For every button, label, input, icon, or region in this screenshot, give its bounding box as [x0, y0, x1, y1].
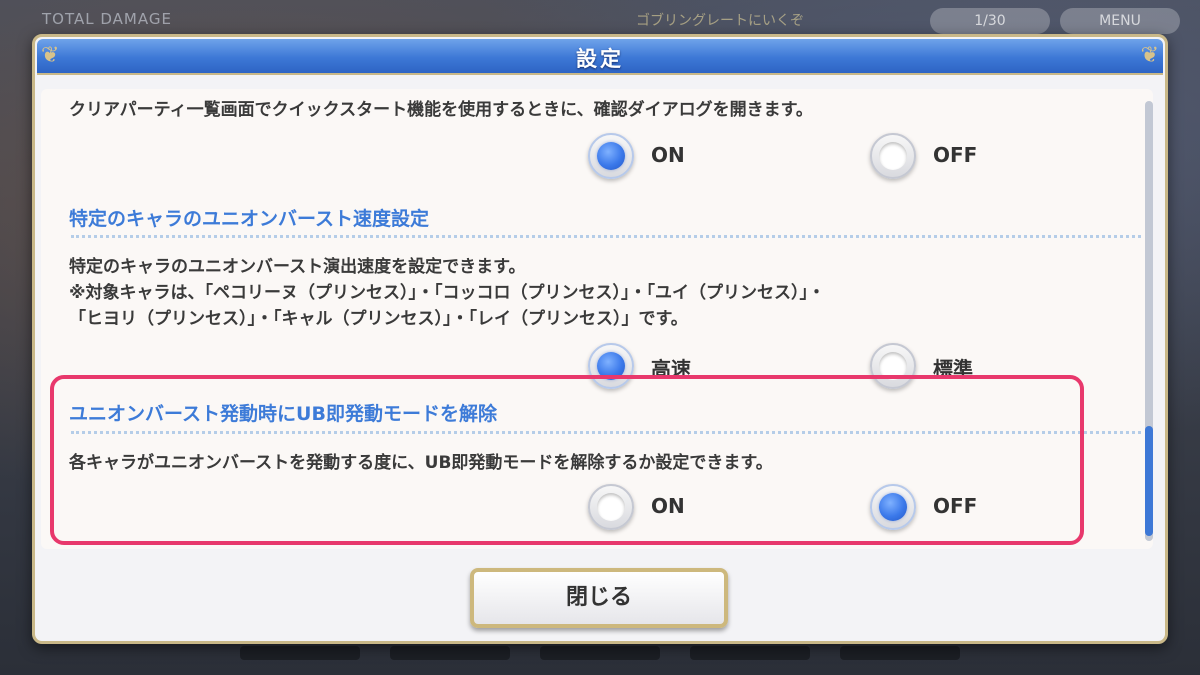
close-button[interactable]: 閉じる [470, 568, 728, 628]
total-damage-label: TOTAL DAMAGE [42, 10, 172, 28]
ornament-right-icon: ❦ [1140, 43, 1159, 68]
quickstart-off-radio[interactable] [870, 133, 916, 179]
quickstart-description: クリアパーティ一覧画面でクイックスタート機能を使用するときに、確認ダイアログを開… [69, 100, 813, 120]
character-slot [840, 646, 960, 660]
menu-button[interactable]: MENU [1060, 8, 1180, 34]
quickstart-off-label: OFF [933, 143, 978, 167]
character-slot [240, 646, 360, 660]
dialog-title-bar: ❦ 設定 ❦ [37, 39, 1163, 75]
character-slot [390, 646, 510, 660]
wave-counter: 1/30 [930, 8, 1050, 34]
ub-speed-desc-line2: ※対象キャラは、「ペコリーヌ（プリンセス）」・「コッコロ（プリンセス）」・「ユイ… [69, 283, 826, 303]
ub-speed-heading: 特定のキャラのユニオンバースト速度設定 [69, 208, 430, 230]
character-slot [540, 646, 660, 660]
scrollbar-thumb[interactable] [1145, 426, 1153, 536]
ub-speed-desc-line1: 特定のキャラのユニオンバースト演出速度を設定できます。 [69, 257, 526, 277]
section-divider [71, 235, 1141, 238]
ub-speed-desc-line3: 「ヒヨリ（プリンセス）」・「キャル（プリンセス）」・「レイ（プリンセス）」です。 [69, 309, 688, 329]
quickstart-on-radio[interactable] [588, 133, 634, 179]
settings-dialog: ❦ 設定 ❦ クリアパーティ一覧画面でクイックスタート機能を使用するときに、確認… [32, 34, 1168, 644]
quickstart-on-label: ON [651, 143, 685, 167]
scrollbar[interactable] [1145, 101, 1153, 541]
quest-name-label: ゴブリングレートにいくぞ [636, 13, 804, 29]
character-slot [690, 646, 810, 660]
dialog-title: 設定 [576, 47, 624, 71]
highlight-annotation-frame [50, 375, 1084, 545]
